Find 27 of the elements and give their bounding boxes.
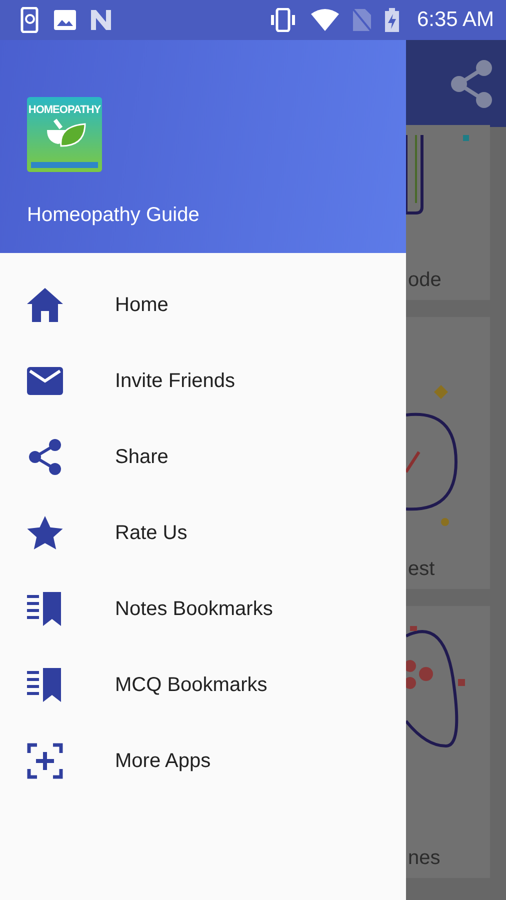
vibrate-icon: [268, 8, 297, 32]
battery-icon: [384, 8, 399, 32]
no-sim-icon: [352, 9, 371, 31]
star-icon[interactable]: [27, 516, 63, 550]
menu-item[interactable]: More Apps: [115, 750, 211, 772]
app-title: Homeopathy Guide: [27, 204, 200, 227]
n-logo-icon: [90, 10, 112, 30]
status-time: 6:35 AM: [416, 8, 494, 32]
home-icon[interactable]: [27, 288, 63, 322]
menu-item[interactable]: Invite Friends: [115, 370, 236, 392]
image-icon: [54, 10, 76, 30]
bookmark-list-icon[interactable]: [27, 668, 63, 702]
menu-item[interactable]: Share: [115, 446, 168, 468]
card-label: est: [407, 558, 436, 582]
add-frame-icon[interactable]: [27, 743, 63, 779]
menu-item[interactable]: MCQ Bookmarks: [115, 674, 268, 696]
menu-item[interactable]: Notes Bookmarks: [115, 598, 273, 620]
phone-sync-icon: [20, 7, 40, 33]
card-label: nes: [407, 847, 442, 871]
wifi-icon: [310, 9, 339, 31]
menu-item[interactable]: Home: [115, 294, 168, 316]
mail-icon[interactable]: [27, 367, 63, 395]
menu-item[interactable]: Rate Us: [115, 522, 188, 544]
share-icon[interactable]: [28, 439, 62, 475]
app-logo: HOMEOPATHY: [27, 97, 102, 172]
bookmark-list-icon[interactable]: [27, 592, 63, 626]
card-label: ode: [407, 269, 442, 293]
